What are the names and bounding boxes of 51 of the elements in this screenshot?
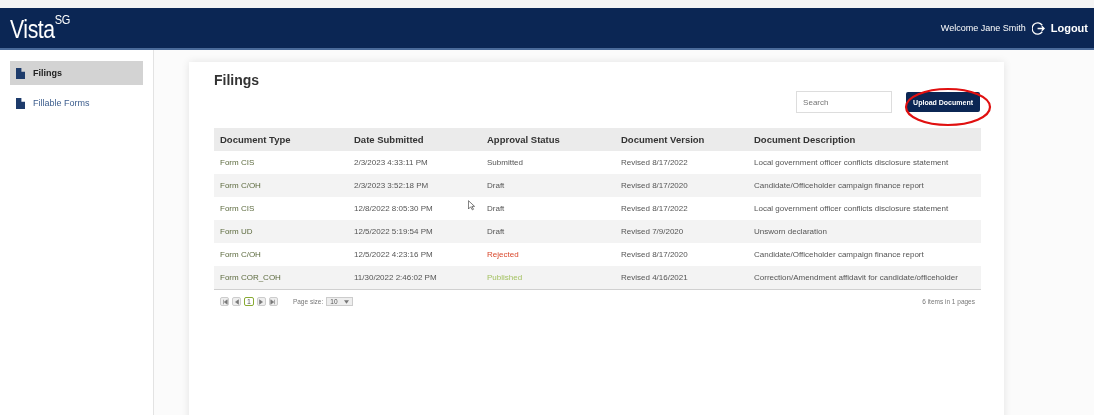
document-type-link[interactable]: Form UD <box>220 227 253 236</box>
document-icon <box>16 97 25 109</box>
pager-next-button[interactable] <box>256 297 266 306</box>
table-cell: Revised 8/17/2022 <box>621 204 688 213</box>
table-cell: 2/3/2023 3:52:18 PM <box>354 181 429 190</box>
table-cell: Revised 4/16/2021 <box>621 273 688 282</box>
document-type-link[interactable]: Form CIS <box>220 158 255 167</box>
column-header[interactable]: Document Version <box>615 128 748 151</box>
caret-icon <box>343 299 349 304</box>
table-cell: 12/5/2022 5:19:54 PM <box>354 227 433 236</box>
logout-icon[interactable] <box>1031 21 1045 35</box>
table-cell: 2/3/2023 4:33:11 PM <box>354 158 428 167</box>
table-cell: Candidate/Officeholder campaign finance report <box>754 250 924 259</box>
pager-first-button[interactable] <box>220 297 229 306</box>
logo: Vista$^{SG}$ <box>10 12 70 44</box>
document-type-link[interactable]: Form COR_COH <box>220 273 281 282</box>
status-text: Published <box>487 273 523 282</box>
status-text: Draft <box>487 204 505 213</box>
table-cell: Revised 8/17/2022 <box>621 158 688 167</box>
column-header[interactable]: Document Type <box>214 128 348 151</box>
status-text: Draft <box>487 227 505 236</box>
pager-last-button[interactable] <box>268 297 278 306</box>
table-cell: Correction/Amendment affidavit for candidate/officeholder <box>754 273 958 282</box>
status-text: Draft <box>487 181 505 190</box>
welcome-text: Welcome Jane Smith <box>940 23 1026 33</box>
table-cell: 12/8/2022 8:05:30 PM <box>354 204 433 213</box>
table-cell: Local government officer conflicts disclosure statement <box>754 158 949 167</box>
status-text: Rejected <box>487 250 519 259</box>
status-text: Submitted <box>487 158 524 167</box>
table-cell: 12/5/2022 4:23:16 PM <box>354 250 433 259</box>
mouse-pointer-icon <box>468 200 475 211</box>
document-type-link[interactable]: Form C/OH <box>220 250 261 259</box>
document-type-link[interactable]: Form C/OH <box>220 181 261 190</box>
table-cell: Local government officer conflicts disclosure statement <box>754 204 949 213</box>
search-field[interactable]: Search <box>796 91 893 113</box>
sidebar-item[interactable]: Fillable Forms <box>10 91 143 115</box>
column-header[interactable]: Document Description <box>748 128 981 151</box>
document-type-link[interactable]: Form CIS <box>220 204 255 213</box>
table-cell: Candidate/Officeholder campaign finance report <box>754 181 924 190</box>
sidebar-item[interactable]: Filings <box>10 61 143 85</box>
table-cell: Revised 8/17/2020 <box>621 250 688 259</box>
pager-prev-button[interactable] <box>232 297 241 306</box>
page-title: Filings <box>214 72 261 88</box>
table-cell: 11/30/2022 2:46:02 PM <box>354 273 437 282</box>
table-cell: Revised 7/9/2020 <box>621 227 684 236</box>
column-header[interactable]: Approval Status <box>481 128 615 151</box>
document-icon <box>16 67 25 79</box>
column-header[interactable]: Date Submitted <box>348 128 481 151</box>
table-cell: Unsworn declaration <box>754 227 827 236</box>
table-cell: Revised 8/17/2020 <box>621 181 688 190</box>
logout-link[interactable]: Logout <box>1050 22 1088 34</box>
